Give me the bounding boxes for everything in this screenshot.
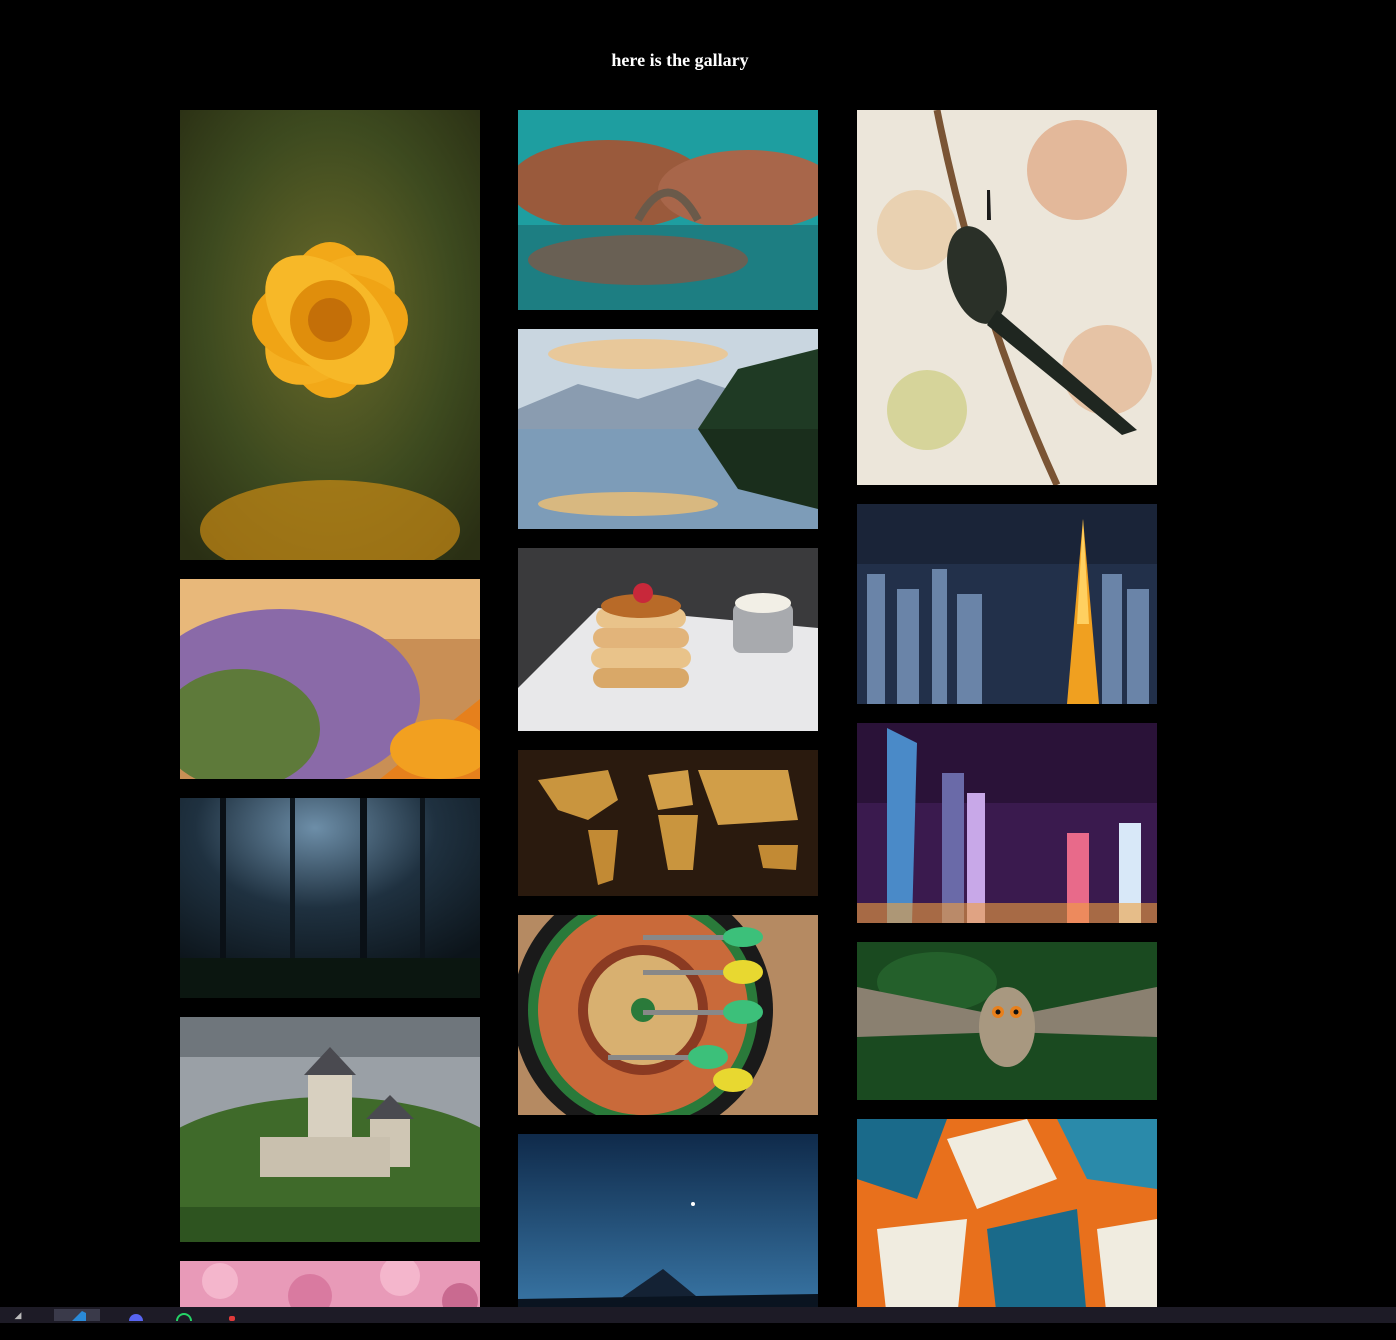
gallery-image-dark-forest[interactable]: [180, 798, 480, 998]
gallery-image-flying-owl[interactable]: [857, 942, 1157, 1100]
gallery-image-orange-flower[interactable]: [180, 110, 480, 560]
app-icon[interactable]: ◢: [6, 1309, 30, 1321]
gallery-image-mountain-lake[interactable]: [518, 329, 818, 529]
gallery-image-shanghai-night[interactable]: [857, 723, 1157, 923]
taskbar: ◢: [0, 1307, 1396, 1323]
gallery-image-tokyo-tower[interactable]: [857, 504, 1157, 704]
discord-icon[interactable]: [124, 1309, 148, 1321]
vscode-icon[interactable]: [54, 1309, 100, 1321]
gallery-image-hummingbird[interactable]: [857, 110, 1157, 485]
gallery-image-darts[interactable]: [518, 915, 818, 1115]
gallery-image-abstract-painting[interactable]: [857, 1119, 1157, 1319]
page-title: here is the gallary: [611, 50, 749, 70]
gallery-column-1: [180, 110, 480, 1340]
gallery-image-mount-fuji-night[interactable]: [518, 1134, 818, 1314]
gallery-image-lavender-field[interactable]: [180, 579, 480, 779]
gallery-image-world-map[interactable]: [518, 750, 818, 896]
app-icon-red[interactable]: [220, 1309, 244, 1321]
gallery-column-2: [518, 110, 818, 1333]
gallery-image-castle[interactable]: [180, 1017, 480, 1242]
gallery-column-3: [857, 110, 1157, 1338]
whatsapp-icon[interactable]: [172, 1309, 196, 1321]
gallery-image-pancakes[interactable]: [518, 548, 818, 731]
gallery-image-lake-bridge[interactable]: [518, 110, 818, 310]
